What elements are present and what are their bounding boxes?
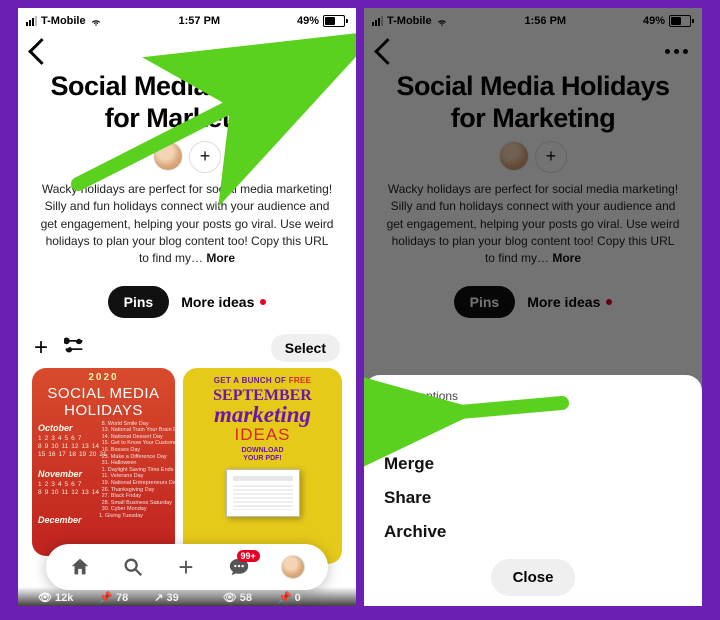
owner-avatar[interactable] (499, 141, 529, 171)
phone-right: T-Mobile 1:56 PM 49% Social Media Holida… (364, 8, 702, 606)
status-time: 1:57 PM (179, 15, 221, 27)
board-description: Wacky holidays are perfect for social me… (18, 181, 356, 268)
nav-bar (18, 31, 356, 67)
option-share[interactable]: Share (384, 481, 682, 515)
board-description-text: Wacky holidays are perfect for social me… (387, 182, 680, 266)
board-description: Wacky holidays are perfect for social me… (364, 181, 702, 268)
filter-icon[interactable] (64, 335, 84, 360)
option-archive[interactable]: Archive (384, 515, 682, 549)
tab-pins[interactable]: Pins (454, 286, 516, 318)
pin-b-doc-preview (226, 469, 300, 517)
option-merge[interactable]: Merge (384, 447, 682, 481)
profile-avatar-icon[interactable] (281, 555, 305, 579)
bottom-nav: + 99+ (46, 544, 328, 590)
signal-icon (26, 16, 37, 26)
pin-a-month-dec: December (38, 515, 93, 525)
phone-left: T-Mobile 1:57 PM 49% Social Media Holida… (18, 8, 356, 606)
stat-views-b: 👁 58 (223, 591, 252, 604)
sheet-title: Board options (384, 389, 682, 403)
pin-b-ideas: IDEAS (234, 425, 290, 445)
pin-a-month-oct: October (38, 423, 96, 433)
pin-b-marketing: marketing (214, 405, 311, 426)
pin-card-a[interactable]: 2020 SOCIAL MEDIA HOLIDAYS October 12345… (32, 368, 175, 556)
wifi-icon (436, 15, 448, 27)
status-bar: T-Mobile 1:57 PM 49% (18, 8, 356, 31)
back-icon[interactable] (28, 38, 55, 65)
battery-icon (323, 15, 348, 27)
option-edit[interactable]: Edit (384, 413, 682, 447)
pin-card-b[interactable]: GET A BUNCH OF FREE SEPTEMBER marketing … (183, 368, 342, 564)
battery-pct: 49% (297, 15, 319, 27)
status-bar: T-Mobile 1:56 PM 49% (364, 8, 702, 31)
tab-pins[interactable]: Pins (108, 286, 170, 318)
tab-more-ideas[interactable]: More ideas (181, 294, 266, 310)
nav-bar (364, 31, 702, 67)
overflow-menu-button[interactable] (665, 49, 688, 54)
stat-pins: 📌 78 (99, 591, 128, 604)
board-title: Social Media Holidays for Marketing (380, 71, 686, 135)
select-button[interactable]: Select (271, 334, 340, 362)
pin-b-download: DOWNLOAD YOUR PDF! (242, 447, 284, 462)
pin-a-heading: SOCIAL MEDIA HOLIDAYS (32, 385, 175, 419)
messages-icon[interactable]: 99+ (228, 556, 250, 578)
add-pin-button[interactable]: + (34, 334, 48, 362)
stat-shares: ↗ 39 (154, 591, 178, 604)
board-options-sheet: Board options Edit Merge Share Archive C… (364, 375, 702, 606)
tab-more-ideas[interactable]: More ideas (527, 294, 612, 310)
status-time: 1:56 PM (525, 15, 567, 27)
close-button[interactable]: Close (491, 559, 576, 596)
battery-pct: 49% (643, 15, 665, 27)
board-description-text: Wacky holidays are perfect for social me… (41, 182, 334, 266)
pin-b-line1: GET A BUNCH OF FREE (214, 376, 312, 385)
pin-a-year: 2020 (32, 372, 175, 383)
tab-more-ideas-label: More ideas (527, 294, 600, 310)
owner-avatar[interactable] (153, 141, 183, 171)
create-icon[interactable]: + (175, 556, 197, 578)
notification-dot-icon (260, 299, 266, 305)
back-icon[interactable] (374, 38, 401, 65)
overflow-menu-button[interactable] (319, 49, 342, 54)
carrier: T-Mobile (387, 15, 432, 27)
more-link[interactable]: More (206, 251, 235, 265)
notification-dot-icon (606, 299, 612, 305)
home-icon[interactable] (69, 556, 91, 578)
board-title: Social Media Holidays for Marketing (34, 71, 340, 135)
add-collaborator-button[interactable]: + (189, 141, 221, 173)
stat-views: 👁 12k (38, 591, 73, 604)
notification-badge: 99+ (237, 550, 260, 562)
more-link[interactable]: More (552, 251, 581, 265)
stat-pins-b: 📌 0 (278, 591, 301, 604)
signal-icon (372, 16, 383, 26)
add-collaborator-button[interactable]: + (535, 141, 567, 173)
tab-more-ideas-label: More ideas (181, 294, 254, 310)
search-icon[interactable] (122, 556, 144, 578)
pin-a-month-nov: November (38, 469, 96, 479)
carrier: T-Mobile (41, 15, 86, 27)
wifi-icon (90, 15, 102, 27)
battery-icon (669, 15, 694, 27)
